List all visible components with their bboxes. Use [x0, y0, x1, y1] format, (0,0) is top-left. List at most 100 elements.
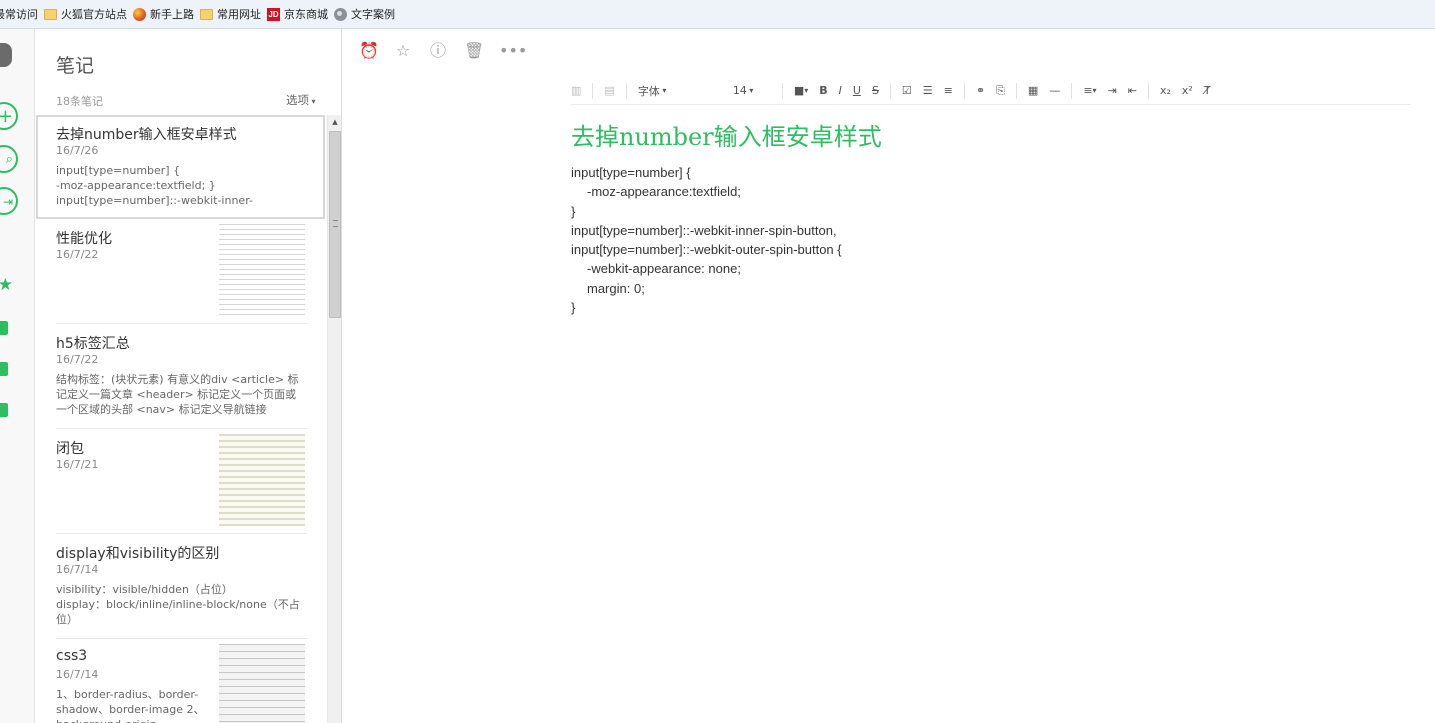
attachment-icon[interactable]: ⎘: [996, 84, 1005, 98]
folder-icon: [200, 8, 213, 20]
note-editor: ⏰ ☆ ⓘ 🗑 ••• ▥ ▤ 字体 ▾ 14 ▾ ■ ▾ B I U S ☑ ☰…: [343, 29, 1435, 723]
note-item-snippet: visibility：visible/hidden（占位） display：bl…: [56, 583, 300, 626]
link-icon[interactable]: ⚭: [976, 84, 985, 97]
bookmark-label: 新手上路: [150, 8, 194, 21]
font-family-value: 字体: [637, 84, 660, 98]
search-icon[interactable]: ⌕: [0, 145, 18, 173]
notes-icon[interactable]: [0, 321, 8, 335]
toolbar-separator: [625, 82, 627, 99]
outdent-icon[interactable]: ⇤: [1128, 84, 1137, 97]
note-item[interactable]: css3 16/7/14 1、border-radius、border-shad…: [56, 639, 307, 723]
subscript-icon[interactable]: x₂: [1160, 84, 1171, 97]
note-item-title: display和visibility的区别: [56, 546, 220, 562]
indent-icon[interactable]: ⇥: [1108, 84, 1117, 97]
bookmark-most-visited[interactable]: 最常访问: [0, 6, 38, 22]
note-item-date: 16/7/26: [56, 144, 99, 157]
note-item-snippet: input[type=number] { -moz-appearance:tex…: [56, 164, 253, 207]
note-items: 去掉number输入框安卓样式 16/7/26 input[type=numbe…: [35, 115, 327, 723]
font-color-icon[interactable]: ■ ▾: [794, 84, 808, 97]
note-list-scrollbar[interactable]: ▲: [327, 115, 341, 723]
evernote-logo-icon[interactable]: [0, 43, 12, 67]
note-item-date: 16/7/21: [56, 458, 99, 471]
note-item-date: 16/7/22: [56, 353, 99, 366]
note-item[interactable]: h5标签汇总 16/7/22 结构标签：(块状元素) 有意义的div <arti…: [56, 324, 307, 429]
note-thumbnail: [219, 644, 305, 723]
shortcuts-star-icon[interactable]: ★: [0, 272, 16, 300]
more-ellipsis-icon[interactable]: •••: [499, 42, 527, 60]
italic-icon[interactable]: I: [839, 84, 842, 97]
table-icon[interactable]: ▦: [1028, 84, 1038, 97]
note-thumbnail: [219, 224, 305, 316]
format-toolbar: ▥ ▤ 字体 ▾ 14 ▾ ■ ▾ B I U S ☑ ☰ ≡ ⚭ ⎘ ▦ — ≡…: [571, 77, 1411, 105]
note-item[interactable]: 性能优化 16/7/22: [56, 219, 307, 324]
clear-format-icon[interactable]: T̸: [1204, 84, 1211, 97]
toolbar-separator: [889, 82, 891, 99]
shortcut-star-icon[interactable]: ☆: [394, 42, 412, 60]
bookmark-label: 文字案例: [351, 8, 395, 21]
work-chat-icon[interactable]: ⇥: [0, 187, 18, 215]
checkbox-icon[interactable]: ☑: [902, 84, 912, 97]
horizontal-rule-icon[interactable]: —: [1049, 84, 1060, 97]
bookmark-jd[interactable]: JD 京东商城: [267, 6, 328, 22]
notebooks-icon[interactable]: [0, 362, 8, 376]
code-line: }: [571, 203, 576, 219]
bookmark-text-cases[interactable]: 文字案例: [334, 6, 395, 22]
jd-icon: JD: [267, 7, 280, 21]
note-item-snippet: 结构标签：(块状元素) 有意义的div <article> 标记定义一篇文章 <…: [56, 373, 299, 416]
code-line: input[type=number]::-webkit-inner-spin-b…: [571, 222, 837, 238]
toolbar-separator: [1071, 82, 1073, 99]
note-item-title: h5标签汇总: [56, 336, 130, 352]
bookmark-label: 常用网址: [217, 8, 261, 21]
bullet-list-icon[interactable]: ☰: [923, 84, 933, 97]
scroll-thumb[interactable]: [329, 131, 341, 318]
bookmark-label: 最常访问: [0, 8, 38, 21]
options-dropdown[interactable]: 选项 ▾: [286, 92, 316, 108]
options-label: 选项: [286, 93, 309, 107]
font-family-select[interactable]: 字体 ▾: [638, 83, 722, 99]
nav-rail: + ⌕ ⇥ ★: [0, 29, 35, 723]
code-line: input[type=number]::-webkit-outer-spin-b…: [571, 242, 842, 258]
code-line: -webkit-appearance: none;: [587, 261, 741, 277]
code-line: -moz-appearance:textfield;: [587, 184, 741, 200]
tag-icon[interactable]: ▤: [604, 84, 614, 97]
note-title[interactable]: 去掉number输入框安卓样式: [571, 117, 882, 152]
align-icon[interactable]: ≡ ▾: [1083, 84, 1096, 97]
firefox-icon: [133, 7, 146, 21]
notebook-icon[interactable]: ▥: [571, 84, 581, 97]
numbered-list-icon[interactable]: ≡: [944, 84, 953, 97]
code-line: margin: 0;: [587, 280, 645, 296]
reminder-alarm-icon[interactable]: ⏰: [359, 42, 379, 60]
note-actions: ⏰ ☆ ⓘ 🗑 •••: [359, 42, 527, 60]
strikethrough-icon[interactable]: S: [872, 84, 879, 97]
superscript-icon[interactable]: x²: [1182, 84, 1193, 97]
note-item-title: 去掉number输入框安卓样式: [56, 127, 237, 143]
bold-icon[interactable]: B: [819, 84, 827, 97]
bookmark-common-sites[interactable]: 常用网址: [200, 6, 261, 22]
note-item-date: 16/7/14: [56, 668, 99, 681]
note-body[interactable]: input[type=number] { -moz-appearance:tex…: [571, 163, 842, 317]
underline-icon[interactable]: U: [853, 84, 861, 97]
note-thumbnail: [219, 434, 305, 526]
note-item[interactable]: 闭包 16/7/21: [56, 429, 307, 534]
note-item-title: 闭包: [56, 441, 84, 457]
new-note-icon[interactable]: +: [0, 102, 18, 130]
bookmark-label: 火狐官方站点: [61, 8, 127, 21]
toolbar-separator: [781, 82, 783, 99]
toolbar-separator: [963, 82, 965, 99]
note-item[interactable]: display和visibility的区别 16/7/14 visibility…: [56, 534, 307, 639]
note-item-snippet: 1、border-radius、border-shadow、border-ima…: [56, 688, 205, 723]
scroll-up-arrow-icon[interactable]: ▲: [328, 115, 341, 129]
bookmark-firefox-site[interactable]: 火狐官方站点: [44, 6, 127, 22]
chevron-down-icon: ▾: [659, 86, 667, 95]
font-size-select[interactable]: 14 ▾: [733, 84, 771, 97]
folder-icon: [44, 8, 57, 20]
shared-icon[interactable]: [0, 403, 8, 417]
delete-trash-icon[interactable]: 🗑: [464, 42, 484, 60]
info-icon[interactable]: ⓘ: [429, 42, 447, 60]
chevron-down-icon: ▾: [746, 86, 754, 95]
note-item-selected[interactable]: 去掉number输入框安卓样式 16/7/26 input[type=numbe…: [36, 115, 325, 219]
bookmark-getting-started[interactable]: 新手上路: [133, 6, 194, 22]
globe-icon: [334, 7, 347, 21]
note-item-date: 16/7/22: [56, 248, 99, 261]
note-count: 18条笔记: [56, 95, 103, 108]
